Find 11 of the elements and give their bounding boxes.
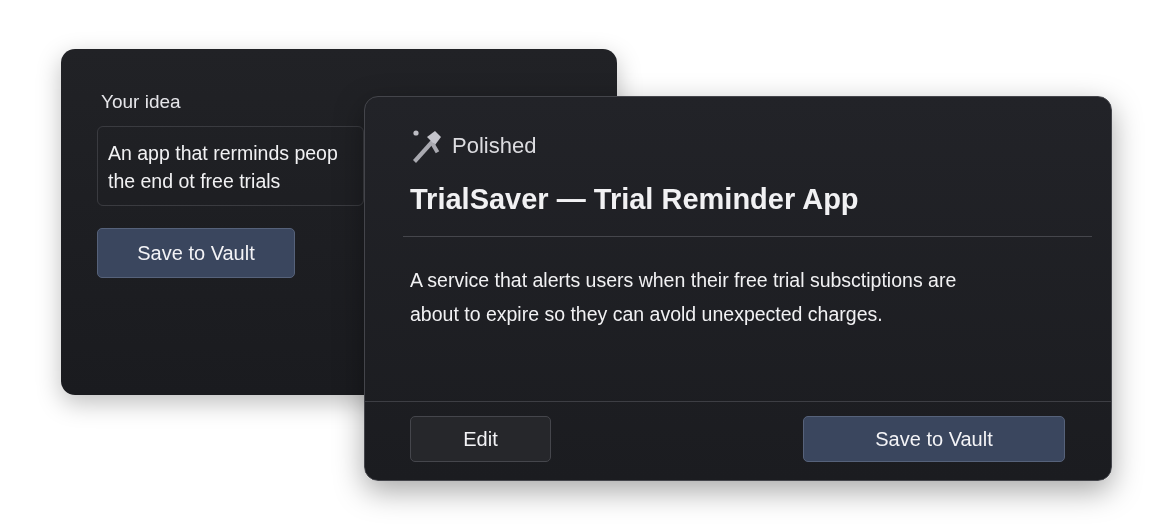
- description-text: A service that alerts users when their free trial subsctiptions are about to expire so they can avold unexpected charges.: [410, 268, 958, 327]
- field-text: the end ot free trials: [108, 169, 281, 194]
- badge-label: Polished: [452, 133, 537, 159]
- save-button[interactable]: Save to Vault: [803, 416, 1065, 462]
- hammer-icon: [411, 129, 443, 163]
- edit-button[interactable]: Edit: [410, 416, 551, 462]
- field-label: Your idea: [101, 91, 182, 113]
- save-button[interactable]: Save to Vault: [97, 228, 295, 278]
- idea-field[interactable]: An app that rerminds peop the end ot free trials: [97, 126, 364, 206]
- field-text: An app that rerminds peop: [108, 141, 338, 166]
- card-title: TrialSaver — Trial Reminder App: [410, 183, 860, 216]
